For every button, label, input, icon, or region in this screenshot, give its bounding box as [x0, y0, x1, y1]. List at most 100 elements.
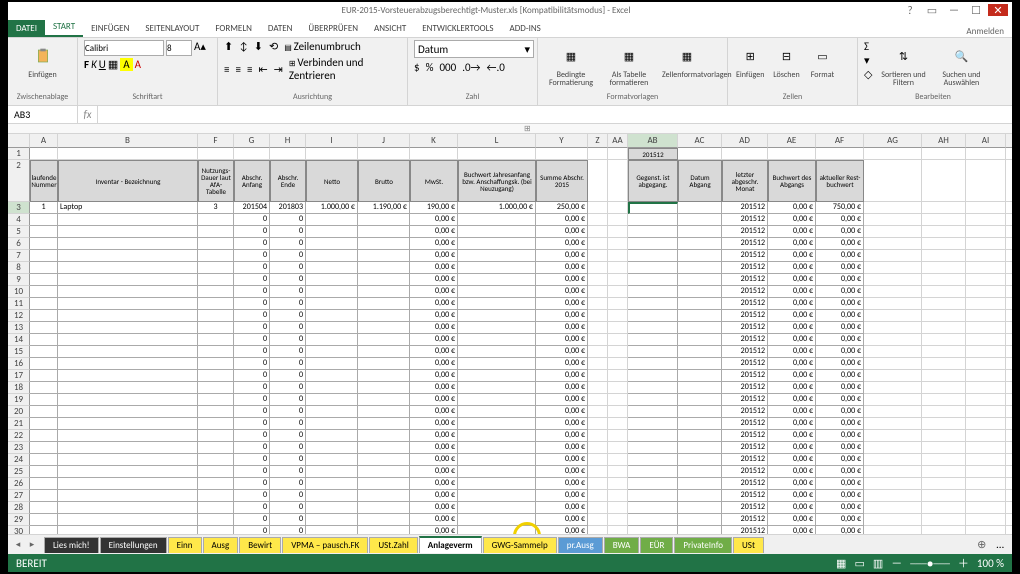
cell[interactable] — [358, 346, 410, 358]
cell[interactable] — [864, 250, 922, 262]
cell[interactable]: 0,00 € — [410, 454, 458, 466]
cell[interactable] — [966, 370, 1006, 382]
cell[interactable]: 0,00 € — [768, 214, 816, 226]
tab-file[interactable]: DATEI — [8, 20, 45, 37]
cell[interactable] — [608, 310, 628, 322]
cell[interactable] — [198, 370, 234, 382]
cell[interactable] — [922, 250, 966, 262]
cell[interactable]: 0,00 € — [768, 406, 816, 418]
cell[interactable]: 0,00 € — [816, 454, 864, 466]
cell[interactable]: 0,00 € — [536, 478, 588, 490]
cell[interactable]: 0,00 € — [768, 526, 816, 534]
cell[interactable] — [306, 370, 358, 382]
cell[interactable] — [608, 382, 628, 394]
cell[interactable]: 0 — [234, 466, 270, 478]
cell[interactable] — [306, 406, 358, 418]
cell[interactable] — [30, 274, 58, 286]
paste-button[interactable]: Einfügen — [14, 40, 71, 81]
cell[interactable] — [922, 160, 966, 202]
cell[interactable]: 0 — [234, 262, 270, 274]
row-header[interactable]: 16 — [8, 358, 30, 370]
table-header-cell[interactable]: MwSt. — [410, 160, 458, 202]
cell[interactable] — [588, 160, 608, 202]
row-header[interactable]: 9 — [8, 274, 30, 286]
cell[interactable] — [628, 202, 678, 214]
cell[interactable] — [306, 514, 358, 526]
cell[interactable]: 1.000,00 € — [458, 202, 536, 214]
align-mid-icon[interactable]: ↕ — [239, 40, 248, 53]
cell[interactable] — [58, 514, 198, 526]
cell[interactable] — [966, 262, 1006, 274]
cell[interactable]: 0 — [234, 418, 270, 430]
cell[interactable] — [588, 418, 608, 430]
cell[interactable] — [358, 418, 410, 430]
cell[interactable] — [58, 250, 198, 262]
cell[interactable] — [198, 442, 234, 454]
cell[interactable]: 0,00 € — [410, 322, 458, 334]
font-name-input[interactable] — [84, 40, 164, 56]
outline-expand-icon[interactable]: ⊞ — [524, 124, 531, 134]
cell[interactable] — [864, 418, 922, 430]
cell[interactable] — [306, 454, 358, 466]
table-header-cell[interactable]: Abschr. Anfang — [234, 160, 270, 202]
cell[interactable] — [588, 454, 608, 466]
cell[interactable] — [678, 286, 722, 298]
cell[interactable]: 0,00 € — [410, 430, 458, 442]
cell[interactable] — [58, 298, 198, 310]
view-page-icon[interactable]: ▭ — [854, 557, 864, 570]
cell[interactable] — [608, 274, 628, 286]
cell[interactable] — [58, 346, 198, 358]
align-top-icon[interactable]: ⬆ — [224, 40, 233, 53]
cell[interactable]: 0,00 € — [816, 274, 864, 286]
font-color-icon[interactable]: A — [135, 58, 141, 71]
cell[interactable] — [864, 160, 922, 202]
cell[interactable] — [358, 322, 410, 334]
cell[interactable] — [864, 214, 922, 226]
cell[interactable] — [628, 370, 678, 382]
cell[interactable]: 0,00 € — [536, 298, 588, 310]
tab-pagelayout[interactable]: SEITENLAYOUT — [137, 20, 207, 37]
cell[interactable] — [608, 514, 628, 526]
cell[interactable] — [358, 286, 410, 298]
row-header[interactable]: 14 — [8, 334, 30, 346]
cell[interactable]: 0,00 € — [536, 370, 588, 382]
sheet-tab[interactable]: PrivateInfo — [674, 537, 732, 553]
cell[interactable]: 0,00 € — [536, 226, 588, 238]
cell[interactable]: 0,00 € — [536, 502, 588, 514]
row-header[interactable]: 13 — [8, 322, 30, 334]
cell[interactable]: 0,00 € — [536, 346, 588, 358]
cell[interactable]: 0,00 € — [536, 394, 588, 406]
cell[interactable]: 0,00 € — [768, 394, 816, 406]
cell[interactable]: 0,00 € — [410, 466, 458, 478]
cell[interactable]: 0 — [234, 226, 270, 238]
cell[interactable] — [678, 418, 722, 430]
cell[interactable] — [966, 502, 1006, 514]
cell[interactable] — [358, 226, 410, 238]
cell[interactable] — [922, 334, 966, 346]
cell[interactable]: 0,00 € — [816, 358, 864, 370]
cell[interactable] — [628, 490, 678, 502]
sort-filter-button[interactable]: ⇅Sortieren und Filtern — [876, 40, 930, 89]
cell[interactable] — [458, 250, 536, 262]
row-header[interactable]: 11 — [8, 298, 30, 310]
thousands-icon[interactable]: 000 — [439, 61, 456, 74]
cell[interactable]: 0,00 € — [536, 466, 588, 478]
cell[interactable] — [588, 238, 608, 250]
cell[interactable] — [628, 418, 678, 430]
cell[interactable] — [588, 262, 608, 274]
cell[interactable] — [198, 490, 234, 502]
cell[interactable]: 0 — [270, 250, 306, 262]
cell[interactable] — [30, 346, 58, 358]
cell[interactable] — [306, 502, 358, 514]
cell[interactable]: 0 — [234, 298, 270, 310]
cell[interactable] — [678, 148, 722, 160]
cell[interactable] — [588, 298, 608, 310]
cell[interactable] — [58, 310, 198, 322]
indent-inc-icon[interactable]: ⇥ — [274, 63, 283, 76]
cell[interactable]: 0,00 € — [816, 502, 864, 514]
cell[interactable]: 0,00 € — [816, 250, 864, 262]
cell[interactable]: 0,00 € — [536, 214, 588, 226]
cell[interactable]: 201512 — [722, 358, 768, 370]
cell[interactable] — [58, 286, 198, 298]
cell[interactable] — [458, 346, 536, 358]
